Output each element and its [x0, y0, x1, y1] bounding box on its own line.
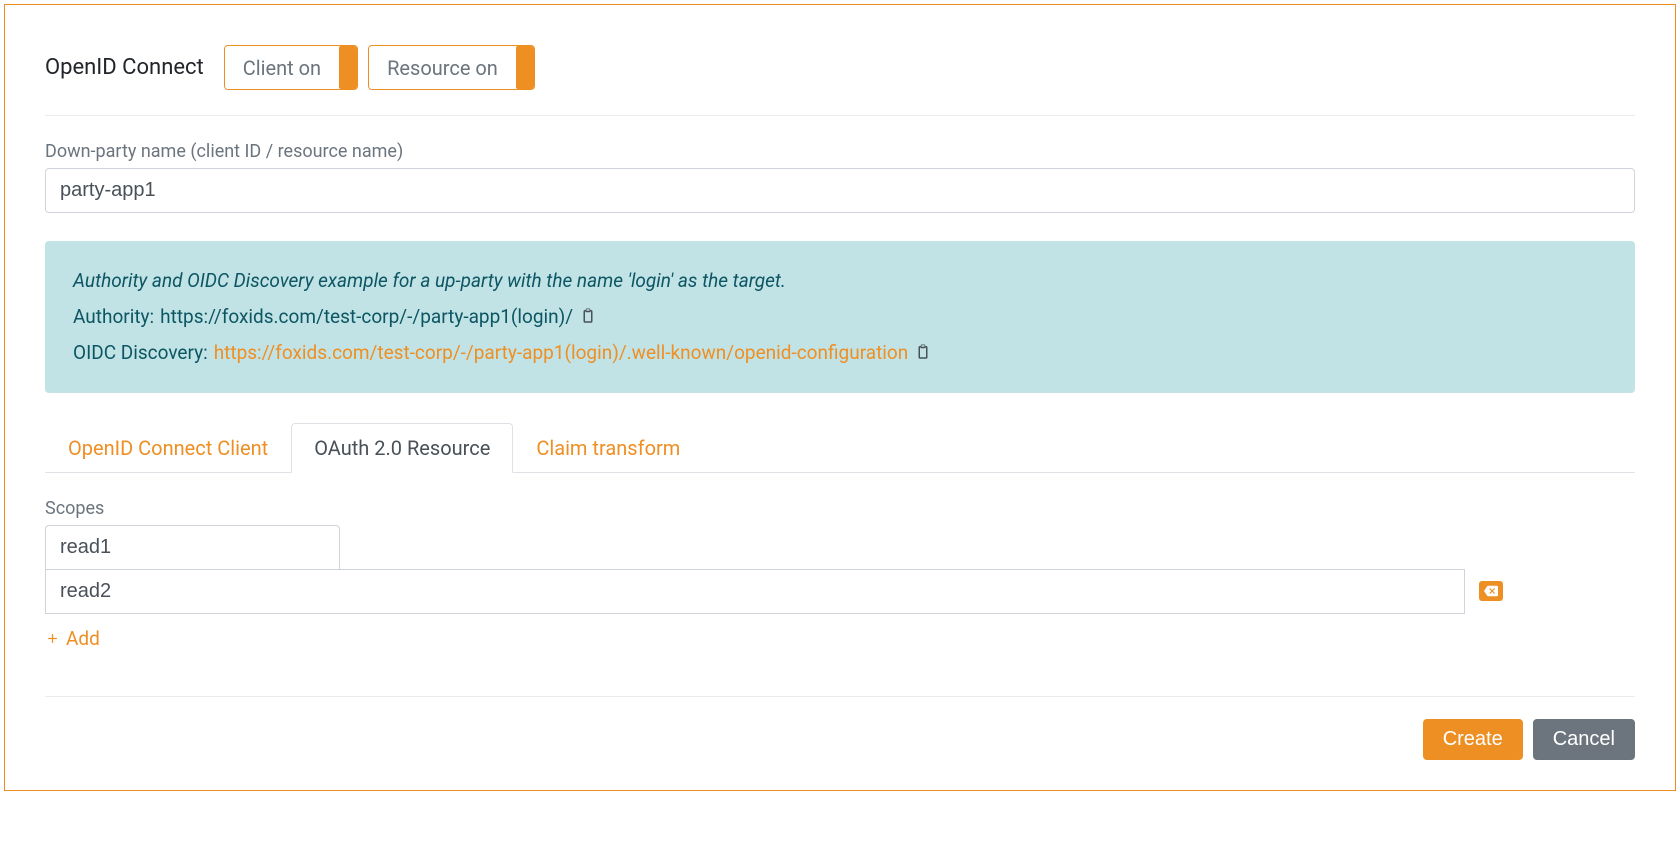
- clipboard-icon[interactable]: [579, 299, 597, 335]
- tab-openid-client[interactable]: OpenID Connect Client: [45, 423, 291, 473]
- authority-url: https://foxids.com/test-corp/-/party-app…: [160, 299, 573, 335]
- scopes-label: Scopes: [45, 498, 1635, 519]
- page-title: OpenID Connect: [45, 55, 204, 80]
- client-toggle[interactable]: Client on: [224, 45, 358, 90]
- client-toggle-label: Client on: [225, 46, 339, 89]
- scope-input[interactable]: [45, 525, 340, 570]
- resource-toggle[interactable]: Resource on: [368, 45, 535, 90]
- delete-icon: [1484, 584, 1498, 598]
- add-scope-label: Add: [66, 627, 100, 650]
- scope-row: [45, 569, 1635, 613]
- create-button[interactable]: Create: [1423, 719, 1523, 760]
- clipboard-icon[interactable]: [914, 335, 932, 371]
- toggle-handle-icon: [339, 46, 357, 89]
- panel-outer: OpenID Connect Client on Resource on Dow…: [4, 4, 1676, 791]
- add-scope-button[interactable]: Add: [45, 627, 100, 650]
- cancel-button[interactable]: Cancel: [1533, 719, 1635, 760]
- scopes-section: Scopes Add: [45, 498, 1635, 651]
- name-field-label: Down-party name (client ID / resource na…: [45, 141, 1635, 162]
- scope-input[interactable]: [45, 569, 1465, 614]
- panel-inner: OpenID Connect Client on Resource on Dow…: [5, 5, 1675, 790]
- footer: Create Cancel: [45, 696, 1635, 760]
- authority-label: Authority:: [73, 299, 154, 335]
- resource-toggle-label: Resource on: [369, 46, 516, 89]
- delete-scope-button[interactable]: [1479, 581, 1503, 601]
- scopes-list: [45, 525, 1635, 613]
- info-intro: Authority and OIDC Discovery example for…: [73, 263, 1607, 299]
- tab-oauth-resource[interactable]: OAuth 2.0 Resource: [291, 423, 513, 473]
- authority-line: Authority: https://foxids.com/test-corp/…: [73, 299, 1607, 335]
- header-row: OpenID Connect Client on Resource on: [45, 45, 1635, 116]
- plus-icon: [45, 631, 60, 646]
- toggle-handle-icon: [516, 46, 534, 89]
- name-input[interactable]: [45, 168, 1635, 213]
- discovery-line: OIDC Discovery: https://foxids.com/test-…: [73, 335, 1607, 371]
- name-field-section: Down-party name (client ID / resource na…: [45, 141, 1635, 213]
- tabs: OpenID Connect Client OAuth 2.0 Resource…: [45, 423, 1635, 473]
- discovery-link[interactable]: https://foxids.com/test-corp/-/party-app…: [214, 335, 909, 371]
- discovery-label: OIDC Discovery:: [73, 335, 208, 371]
- tab-claim-transform[interactable]: Claim transform: [513, 423, 703, 473]
- info-box: Authority and OIDC Discovery example for…: [45, 241, 1635, 393]
